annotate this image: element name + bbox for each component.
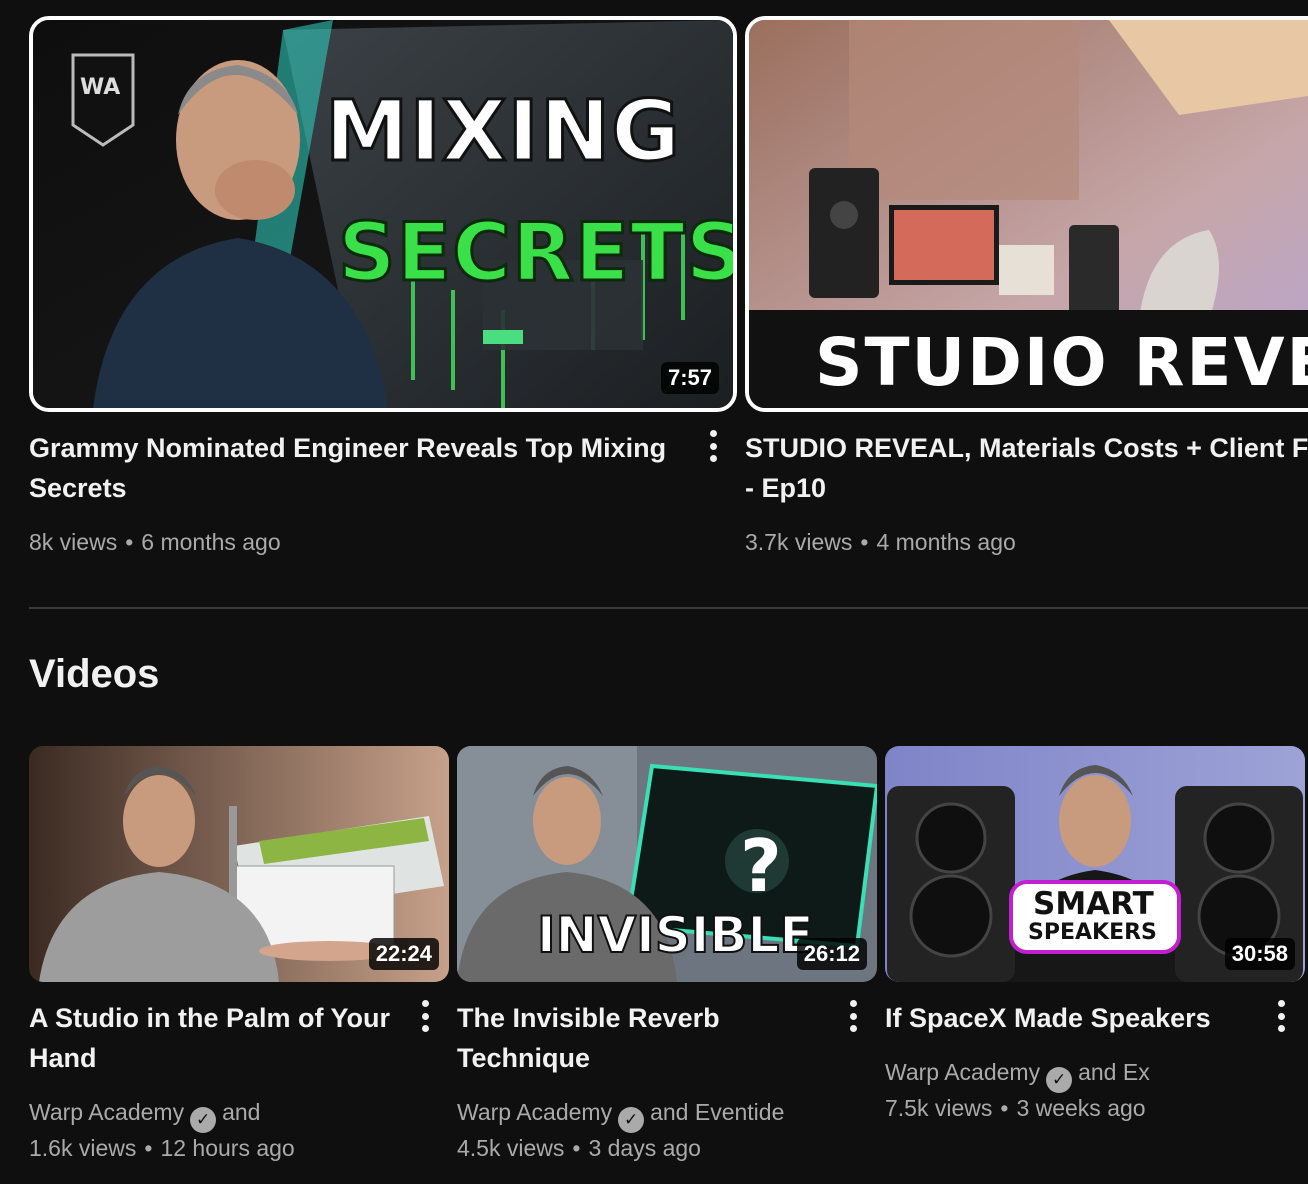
video-metadata: 4.5k views • 3 days ago [457,1133,701,1163]
separator-dot: • [572,1135,581,1161]
verified-badge-icon: ✓ [618,1107,645,1133]
title-line: Technique [457,1043,591,1073]
thumbnail-text-speakers: SPEAKERS [1028,920,1157,945]
video-thumbnail-studio-palm[interactable]: 22:24 [29,746,449,982]
thumbnail-text-smart: SMART [1033,886,1154,922]
upload-age: 12 hours ago [160,1135,295,1161]
video-thumbnail-invisible-reverb[interactable]: ? INVISIBLE 26:12 [457,746,877,982]
more-actions-button[interactable] [843,998,863,1034]
thumbnail-question-mark: ? [740,824,783,908]
title-line: If SpaceX Made Speakers [885,1003,1211,1033]
collab-text: and Ex [1078,1059,1150,1085]
video-duration: 7:57 [660,362,719,394]
verified-badge-icon: ✓ [190,1107,217,1133]
video-duration: 30:58 [1224,938,1295,970]
upload-age: 3 days ago [588,1135,701,1161]
verified-badge-icon: ✓ [1046,1067,1073,1093]
upload-age: 3 weeks ago [1016,1095,1146,1121]
title-line: Hand [29,1043,97,1073]
title-line: STUDIO REVEAL, Materials Costs + Client … [745,433,1308,463]
video-metadata: 7.5k views • 3 weeks ago [885,1093,1146,1123]
video-title-studio-palm[interactable]: A Studio in the Palm of Your Hand [29,998,409,1078]
view-count: 4.5k views [457,1135,565,1161]
thumbnail-text-studio-reveal: STUDIO REVEA [815,324,1308,401]
video-title-invisible-reverb[interactable]: The Invisible Reverb Technique [457,998,837,1078]
separator-dot: • [125,529,134,555]
video-metadata: 3.7k views • 4 months ago [745,527,1016,557]
title-line: Secrets [29,473,127,503]
more-actions-button[interactable] [415,998,435,1034]
section-title-videos[interactable]: Videos [29,652,159,697]
separator-dot: • [860,529,869,555]
video-title-mixing-secrets[interactable]: Grammy Nominated Engineer Reveals Top Mi… [29,428,669,508]
video-channel-line[interactable]: Warp Academy ✓ and Ex [885,1057,1150,1093]
video-thumbnail-spacex-speakers[interactable]: SMART SPEAKERS 30:58 [885,746,1305,982]
video-channel-line[interactable]: Warp Academy ✓ and Eventide [457,1097,784,1133]
title-line: - Ep10 [745,473,827,503]
channel-name[interactable]: Warp Academy [29,1099,184,1125]
view-count: 7.5k views [885,1095,993,1121]
video-thumbnail-studio-reveal[interactable]: STUDIO REVEA [745,16,1308,412]
thumbnail-text-mixing: MIXING [323,81,682,182]
more-actions-button[interactable] [1271,998,1291,1034]
title-line: A Studio in the Palm of Your [29,1003,391,1033]
thumbnail-text-invisible: INVISIBLE [536,905,814,965]
video-metadata: 1.6k views • 12 hours ago [29,1133,295,1163]
separator-dot: • [1000,1095,1009,1121]
section-divider [29,607,1308,609]
video-title-studio-reveal[interactable]: STUDIO REVEAL, Materials Costs + Client … [745,428,1308,508]
title-line: The Invisible Reverb [457,1003,720,1033]
thumbnail-text-secrets: SECRETS [336,205,737,301]
separator-dot: • [144,1135,153,1161]
view-count: 3.7k views [745,529,853,555]
collab-text: and [222,1099,261,1125]
thumbnail-logo-text: WA [80,75,121,100]
upload-age: 4 months ago [876,529,1016,555]
video-duration: 22:24 [368,938,439,970]
channel-name[interactable]: Warp Academy [885,1059,1040,1085]
video-thumbnail-mixing-secrets[interactable]: WA MIXING SECRETS 7:57 [29,16,737,412]
upload-age: 6 months ago [141,529,281,555]
video-duration: 26:12 [796,938,867,970]
video-channel-line[interactable]: Warp Academy ✓ and [29,1097,260,1133]
view-count: 1.6k views [29,1135,137,1161]
channel-name[interactable]: Warp Academy [457,1099,612,1125]
collab-text: and Eventide [650,1099,785,1125]
video-metadata: 8k views • 6 months ago [29,527,281,557]
more-actions-button[interactable] [703,428,723,464]
view-count: 8k views [29,529,118,555]
title-line: Grammy Nominated Engineer Reveals Top Mi… [29,433,667,463]
video-title-spacex-speakers[interactable]: If SpaceX Made Speakers [885,998,1265,1038]
